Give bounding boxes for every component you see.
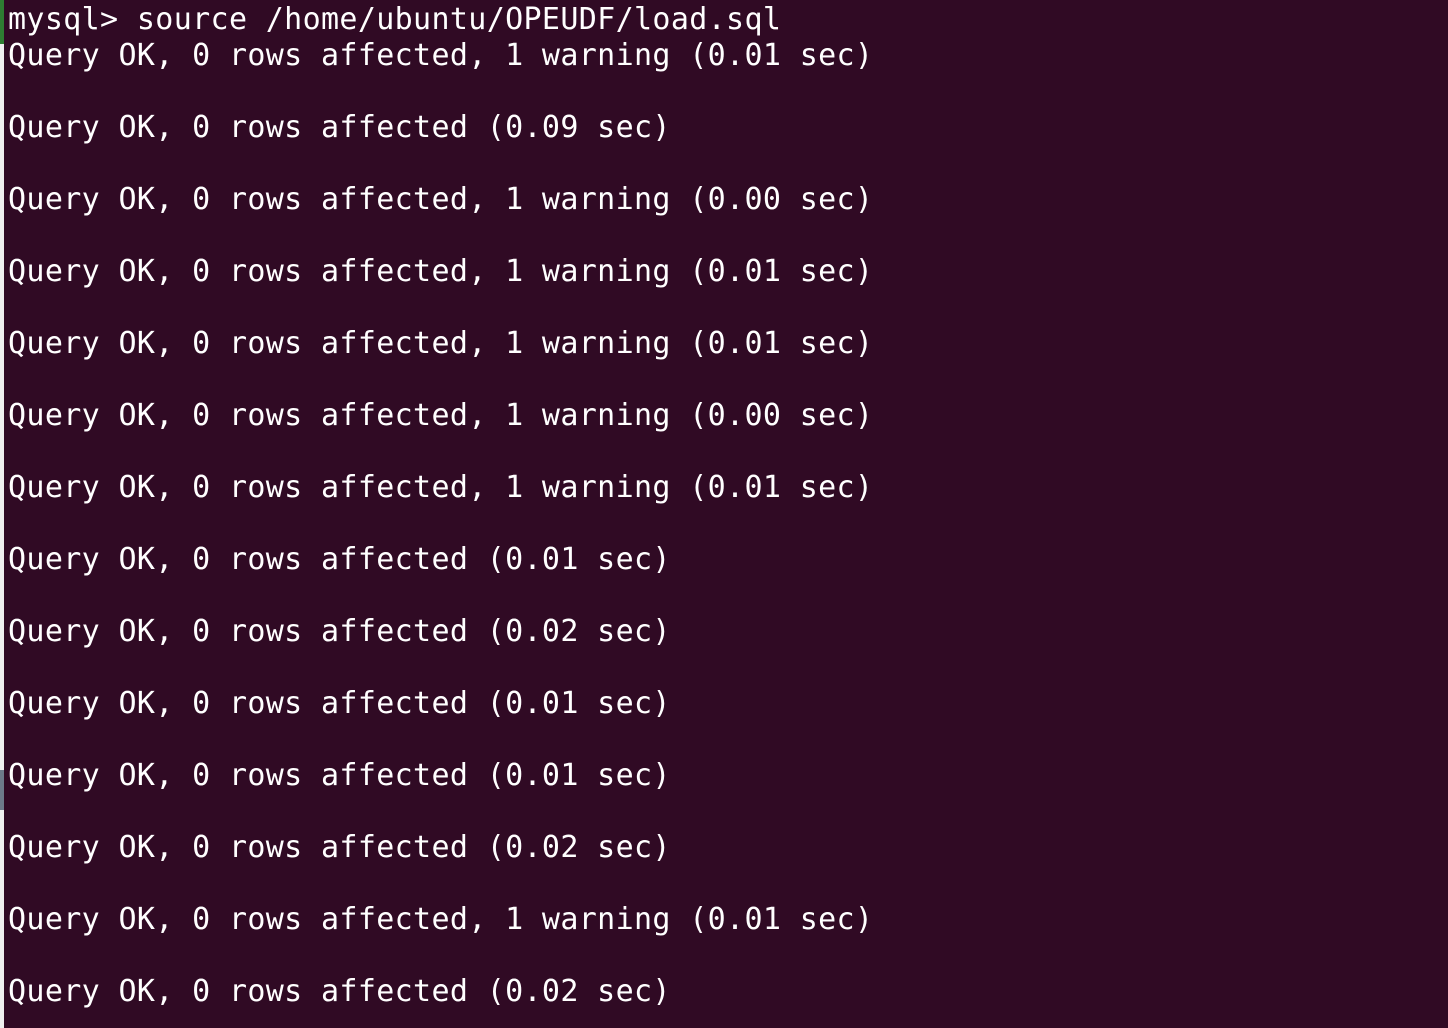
output-line-7: Query OK, 0 rows affected, 1 warning (0.… bbox=[8, 470, 874, 505]
window-left-marker bbox=[0, 770, 4, 810]
terminal-output: mysql> source /home/ubuntu/OPEUDF/load.s… bbox=[8, 0, 1444, 1010]
output-line-6: Query OK, 0 rows affected, 1 warning (0.… bbox=[8, 398, 874, 433]
output-line-5: Query OK, 0 rows affected, 1 warning (0.… bbox=[8, 326, 874, 361]
output-line-1: Query OK, 0 rows affected, 1 warning (0.… bbox=[8, 38, 874, 73]
output-line-4: Query OK, 0 rows affected, 1 warning (0.… bbox=[8, 254, 874, 289]
output-line-8: Query OK, 0 rows affected (0.01 sec) bbox=[8, 542, 671, 577]
output-line-3: Query OK, 0 rows affected, 1 warning (0.… bbox=[8, 182, 874, 217]
window-left-accent bbox=[0, 0, 4, 44]
output-line-13: Query OK, 0 rows affected, 1 warning (0.… bbox=[8, 902, 874, 937]
terminal-window[interactable]: mysql> source /home/ubuntu/OPEUDF/load.s… bbox=[0, 0, 1448, 1028]
output-line-9: Query OK, 0 rows affected (0.02 sec) bbox=[8, 614, 671, 649]
output-line-12: Query OK, 0 rows affected (0.02 sec) bbox=[8, 830, 671, 865]
output-line-14: Query OK, 0 rows affected (0.02 sec) bbox=[8, 974, 671, 1009]
output-line-11: Query OK, 0 rows affected (0.01 sec) bbox=[8, 758, 671, 793]
output-line-10: Query OK, 0 rows affected (0.01 sec) bbox=[8, 686, 671, 721]
output-line-2: Query OK, 0 rows affected (0.09 sec) bbox=[8, 110, 671, 145]
prompt-line: mysql> source /home/ubuntu/OPEUDF/load.s… bbox=[8, 2, 782, 37]
window-left-border bbox=[0, 0, 4, 1028]
